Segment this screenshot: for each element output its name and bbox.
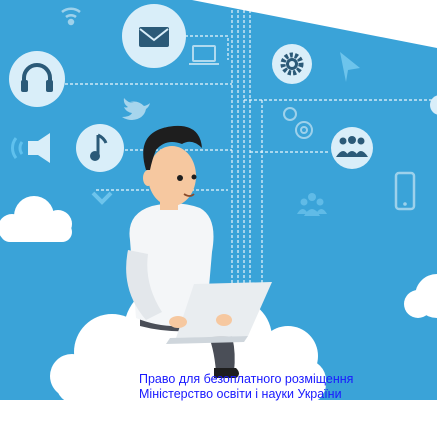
mail-icon [122, 4, 186, 68]
illustration: Право для безоплатного розміщення Мініст… [0, 0, 437, 430]
users-icon [331, 127, 373, 169]
rights-caption-line-1: Право для безоплатного розміщення [139, 372, 354, 386]
headphones-icon [9, 51, 65, 107]
gear-icon [272, 44, 312, 84]
music-note-icon [76, 124, 124, 172]
scene-artwork [0, 0, 437, 404]
rights-caption: Право для безоплатного розміщення Мініст… [139, 372, 437, 402]
rights-caption-line-2: Міністерство освіти і науки України [139, 387, 342, 401]
